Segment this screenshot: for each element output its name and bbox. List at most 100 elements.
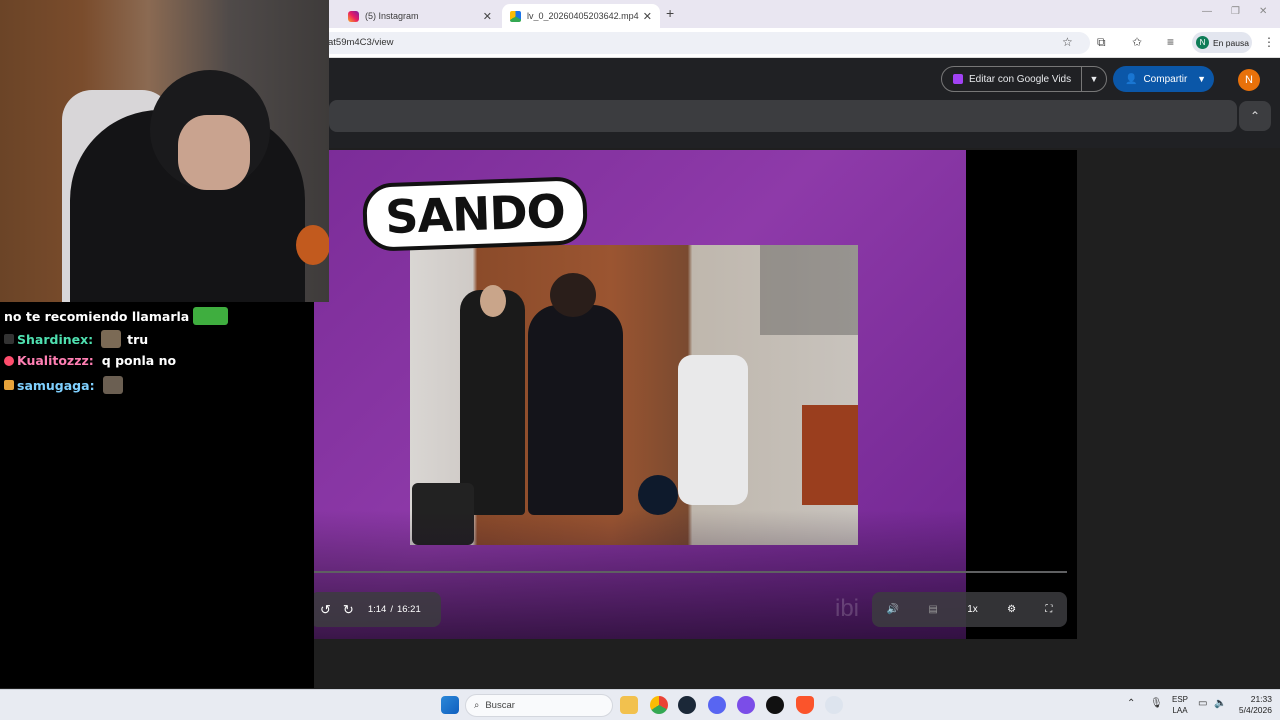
clock-time: 21:33 — [1250, 694, 1272, 704]
app-icon[interactable] — [737, 696, 755, 714]
chevron-up-icon[interactable]: ⌃ — [1239, 101, 1271, 131]
tab-label: (5) Instagram — [365, 11, 419, 21]
app-icon[interactable] — [825, 696, 843, 714]
chat-message: Kualitozzz: q ponla no — [4, 353, 176, 368]
minimize-icon[interactable]: — — [1202, 6, 1212, 17]
profile-status: En pausa — [1213, 37, 1249, 48]
volume-icon[interactable]: 🔈 — [1214, 698, 1226, 709]
chat-text: tru — [127, 331, 149, 347]
emote-image — [193, 307, 229, 325]
heart-badge-icon — [4, 355, 14, 366]
edit-with-vids-button[interactable]: Editar con Google Vids ▼ — [941, 66, 1107, 92]
search-icon: ⌕ — [474, 700, 480, 711]
stream-overlay-chat — [760, 245, 858, 335]
chevron-down-icon[interactable]: ▼ — [1197, 74, 1206, 84]
watermark-text: ibi — [835, 595, 860, 622]
basketball — [296, 225, 329, 265]
lang-layout: LAA — [1172, 706, 1188, 715]
video-title-overlay: SANDO — [361, 176, 589, 252]
media-controls-icon[interactable]: ≡ — [1167, 35, 1174, 49]
search-placeholder: Buscar — [485, 700, 515, 711]
video-player[interactable]: SANDO ibi ▶ ↺ ↻ 1:14 / 16:21 🔊 ▤ 1x ⚙ ⛶ — [205, 150, 1077, 639]
brave-icon[interactable] — [796, 696, 814, 714]
google-drive-icon — [510, 10, 521, 22]
chat-username: Shardinex: — [17, 331, 94, 347]
wooden-shelf — [802, 405, 858, 505]
taskbar-search[interactable]: ⌕ Buscar — [465, 694, 613, 717]
new-tab-button[interactable]: + — [666, 5, 674, 21]
clock-date: 5/4/2026 — [1238, 705, 1272, 715]
tab-drive-video[interactable]: lv_0_20260405203642.mp4 - Go ✕ — [502, 4, 660, 28]
tray-chevron-up-icon[interactable]: ⌃ — [1127, 698, 1135, 709]
webcam-overlay — [0, 0, 329, 302]
current-time: 1:14 — [367, 604, 387, 615]
emote-image — [102, 376, 123, 394]
system-clock[interactable]: 21:33 5/4/2026 — [1236, 694, 1272, 716]
gear-icon[interactable]: ⚙ — [1007, 604, 1016, 615]
cutout-head — [480, 285, 506, 317]
rewind-10-icon[interactable]: ↺ — [320, 602, 331, 618]
streamer-face — [178, 115, 250, 190]
stream-chat: no te recomiendo llamarla Shardinex: tru… — [0, 302, 314, 688]
windows-taskbar: ⌕ Buscar ⌃ 🎙 ESP LAA ▭ 🔈 21:33 5/4/2026 — [0, 689, 1280, 720]
cardboard-cutout-figure — [460, 290, 525, 515]
discord-icon[interactable] — [708, 696, 726, 714]
obs-icon[interactable] — [766, 696, 784, 714]
captions-icon[interactable]: ▤ — [928, 604, 937, 615]
chat-username: Kualitozzz: — [17, 353, 94, 368]
restore-icon[interactable]: ❐ — [1231, 6, 1240, 17]
microphone-icon[interactable]: 🎙 — [1150, 698, 1163, 709]
player-settings-controls: 🔊 ▤ 1x ⚙ ⛶ — [872, 592, 1067, 627]
person-head — [550, 273, 596, 317]
inner-video-scene — [410, 245, 858, 545]
user-badge-icon — [4, 380, 14, 390]
close-tab-icon[interactable]: ✕ — [643, 10, 652, 23]
bookmarks-icon[interactable]: ✩ — [1132, 35, 1142, 49]
url-bar[interactable]: at59m4C3/view — [320, 32, 1090, 54]
extensions-icon[interactable]: ⧉ — [1097, 35, 1106, 50]
chat-text: q ponla no — [101, 353, 177, 368]
instagram-icon — [348, 10, 359, 22]
lang-code: ESP — [1171, 695, 1188, 704]
chat-message: Shardinex: tru — [4, 330, 148, 348]
start-windows-icon[interactable] — [441, 696, 459, 714]
account-avatar[interactable]: N — [1238, 69, 1260, 91]
profile-avatar: N — [1196, 36, 1209, 49]
white-gaming-chair — [678, 355, 748, 505]
playback-controls: ↺ ↻ 1:14 / 16:21 — [310, 592, 441, 627]
network-icon[interactable]: ▭ — [1198, 698, 1207, 709]
progress-bar[interactable] — [215, 564, 1067, 580]
chat-message: no te recomiendo llamarla — [4, 307, 234, 325]
tab-label: lv_0_20260405203642.mp4 - Go — [527, 11, 639, 21]
input-language[interactable]: ESP LAA — [1170, 694, 1190, 716]
close-window-icon[interactable]: ✕ — [1259, 6, 1267, 17]
bookmark-star-icon[interactable]: ☆ — [1062, 35, 1073, 49]
close-tab-icon[interactable]: ✕ — [483, 10, 492, 23]
speed-button[interactable]: 1x — [967, 604, 978, 615]
microphone — [638, 475, 678, 515]
menu-kebab-icon[interactable]: ⋮ — [1263, 35, 1275, 49]
vids-icon — [953, 74, 963, 84]
file-explorer-icon[interactable] — [620, 696, 638, 714]
duration: 16:21 — [396, 604, 421, 615]
fullscreen-icon[interactable]: ⛶ — [1045, 604, 1052, 615]
steam-icon[interactable] — [678, 696, 696, 714]
emote-image — [101, 330, 122, 348]
share-label: Compartir — [1143, 73, 1188, 85]
time-separator: / — [390, 604, 393, 615]
info-bar — [329, 100, 1237, 132]
chevron-down-icon[interactable]: ▼ — [1082, 74, 1106, 84]
tab-instagram[interactable]: (5) Instagram ✕ — [340, 4, 500, 28]
url-text: at59m4C3/view — [328, 37, 394, 48]
edit-button-label: Editar con Google Vids — [969, 73, 1072, 85]
profile-chip[interactable]: N En pausa — [1192, 32, 1252, 53]
person-figure — [528, 305, 623, 515]
add-person-icon: 👤 — [1125, 73, 1138, 85]
share-button[interactable]: 👤 Compartir ▼ — [1113, 66, 1214, 92]
chat-message: samugaga: — [4, 376, 129, 394]
forward-10-icon[interactable]: ↻ — [343, 602, 354, 618]
volume-icon[interactable]: 🔊 — [887, 604, 899, 615]
chat-username: samugaga: — [17, 377, 95, 393]
chat-text: no te recomiendo llamarla — [4, 308, 190, 324]
chrome-icon[interactable] — [650, 696, 668, 714]
